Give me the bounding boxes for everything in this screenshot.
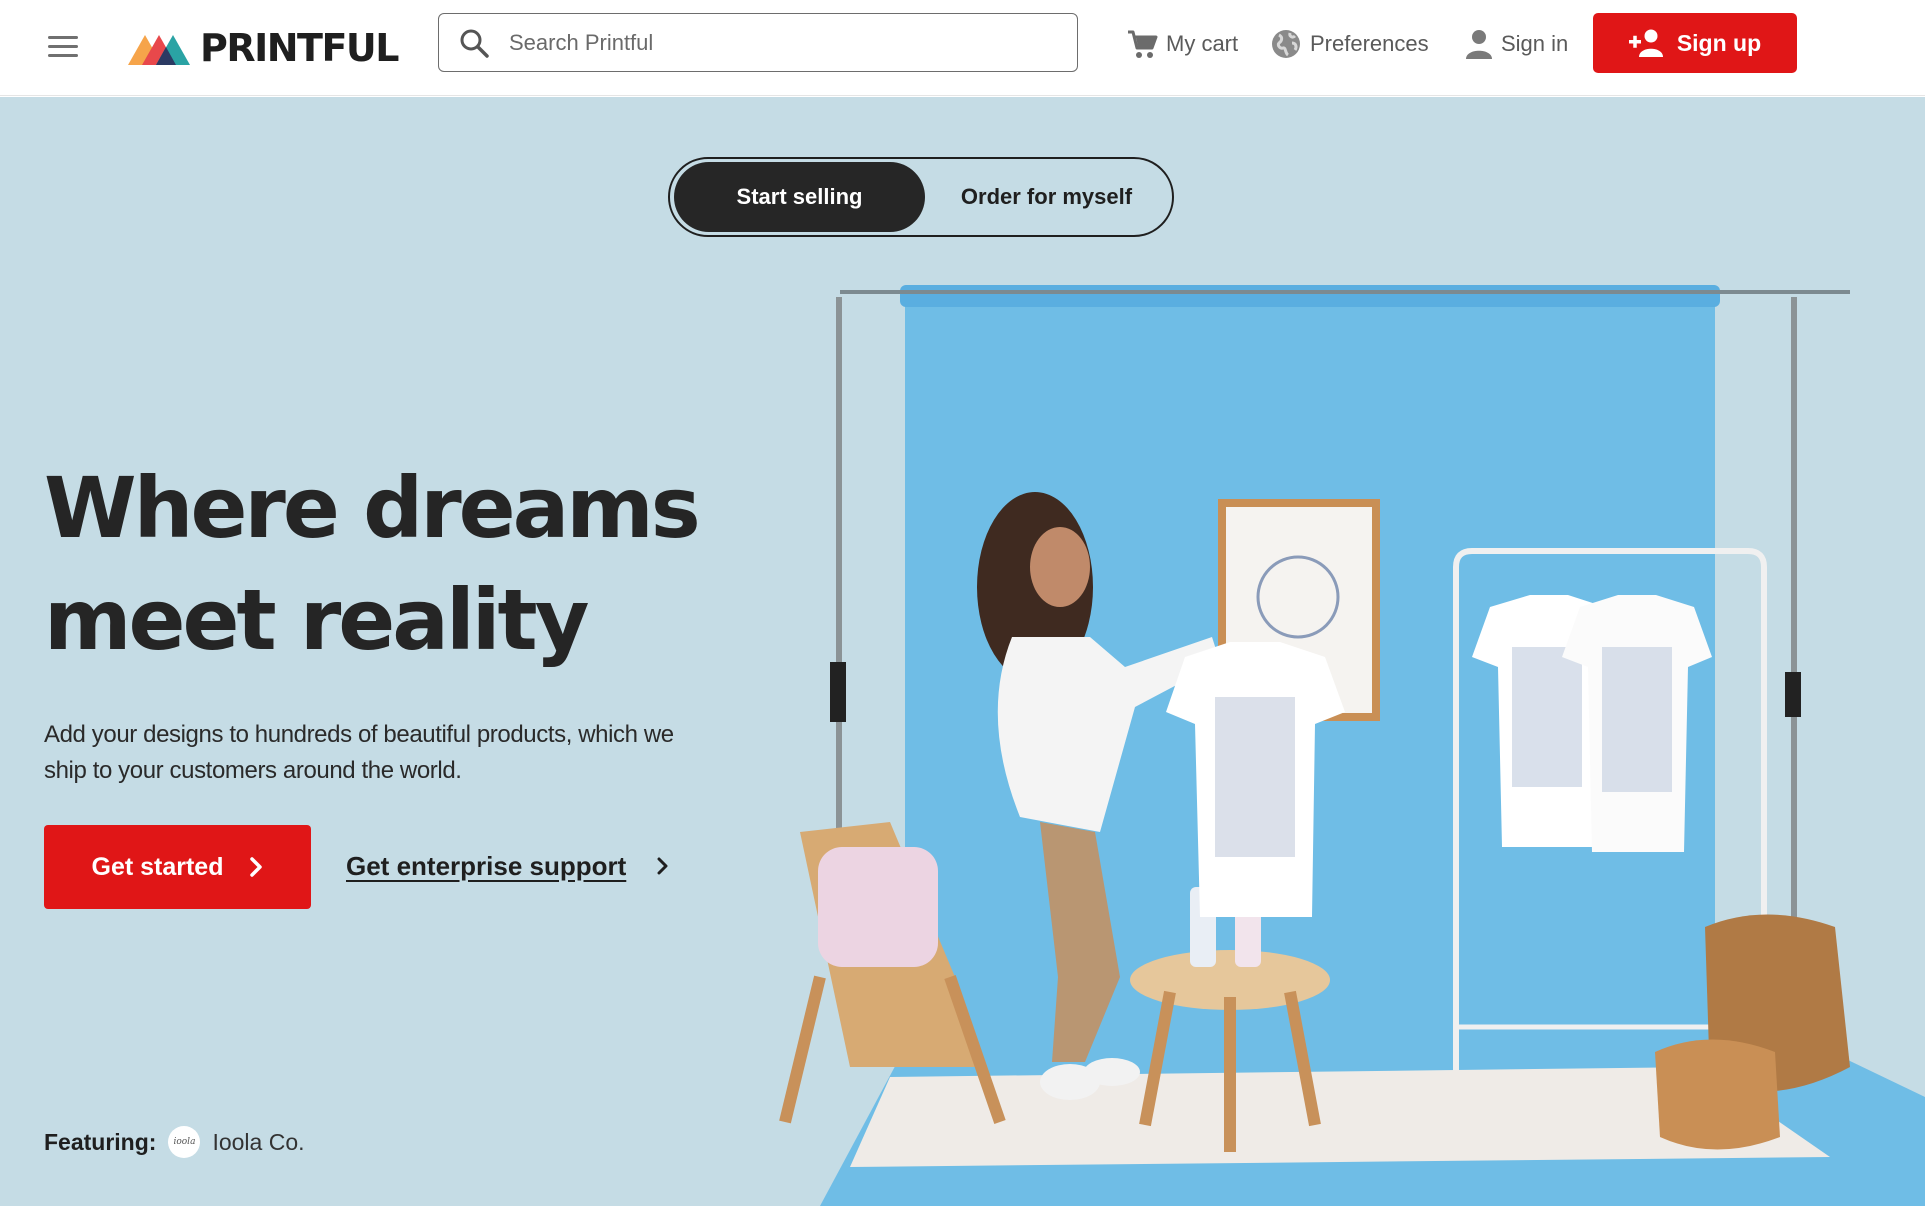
printful-logo-mark-icon bbox=[128, 35, 190, 65]
enterprise-support-label: Get enterprise support bbox=[346, 850, 627, 881]
cart-icon bbox=[1128, 30, 1158, 58]
hero-subtext: Add your designs to hundreds of beautifu… bbox=[44, 721, 674, 784]
search-icon bbox=[460, 29, 489, 58]
search-input[interactable] bbox=[509, 29, 1029, 56]
order-for-myself-tab[interactable]: Order for myself bbox=[925, 162, 1168, 232]
sign-in-link[interactable]: Sign in bbox=[1465, 24, 1568, 64]
hamburger-menu-icon[interactable] bbox=[44, 27, 82, 65]
headline-line-2: meet reality bbox=[44, 571, 589, 669]
headline-line-1: Where dreams bbox=[44, 459, 701, 557]
featuring-label: Featuring: bbox=[44, 1128, 157, 1155]
get-started-label: Get started bbox=[91, 852, 224, 881]
hero-headline: Where dreams meet reality bbox=[44, 452, 744, 676]
get-started-button[interactable]: Get started bbox=[44, 825, 311, 909]
my-cart-label: My cart bbox=[1166, 31, 1239, 56]
brand-avatar: ioola bbox=[168, 1126, 201, 1158]
add-user-icon bbox=[1628, 29, 1663, 57]
my-cart-link[interactable]: My cart bbox=[1126, 24, 1238, 64]
user-icon bbox=[1466, 30, 1492, 59]
hero-section: Start selling Order for myself Where dre… bbox=[0, 97, 1925, 1206]
globe-icon bbox=[1272, 30, 1300, 58]
preferences-link[interactable]: Preferences bbox=[1270, 24, 1429, 64]
audience-toggle: Start selling Order for myself bbox=[668, 157, 1174, 237]
chevron-right-icon bbox=[250, 857, 263, 877]
start-selling-tab[interactable]: Start selling bbox=[674, 162, 925, 232]
chevron-right-icon bbox=[657, 857, 668, 875]
sign-in-label: Sign in bbox=[1501, 31, 1569, 56]
preferences-label: Preferences bbox=[1310, 31, 1429, 56]
search-bar[interactable] bbox=[438, 13, 1078, 72]
top-navigation-bar: PRINTFUL My cart Preferences Sign in bbox=[0, 0, 1925, 96]
featuring-credit: Featuring: ioola Ioola Co. bbox=[44, 1123, 305, 1161]
enterprise-support-link[interactable]: Get enterprise support bbox=[346, 845, 668, 887]
brand-wordmark: PRINTFUL bbox=[200, 26, 400, 70]
printful-logo[interactable]: PRINTFUL bbox=[128, 22, 400, 74]
featured-brand-link[interactable]: Ioola Co. bbox=[212, 1129, 304, 1156]
sign-up-label: Sign up bbox=[1676, 29, 1762, 56]
hero-photo bbox=[779, 285, 1925, 1206]
sign-up-button[interactable]: Sign up bbox=[1593, 13, 1797, 73]
